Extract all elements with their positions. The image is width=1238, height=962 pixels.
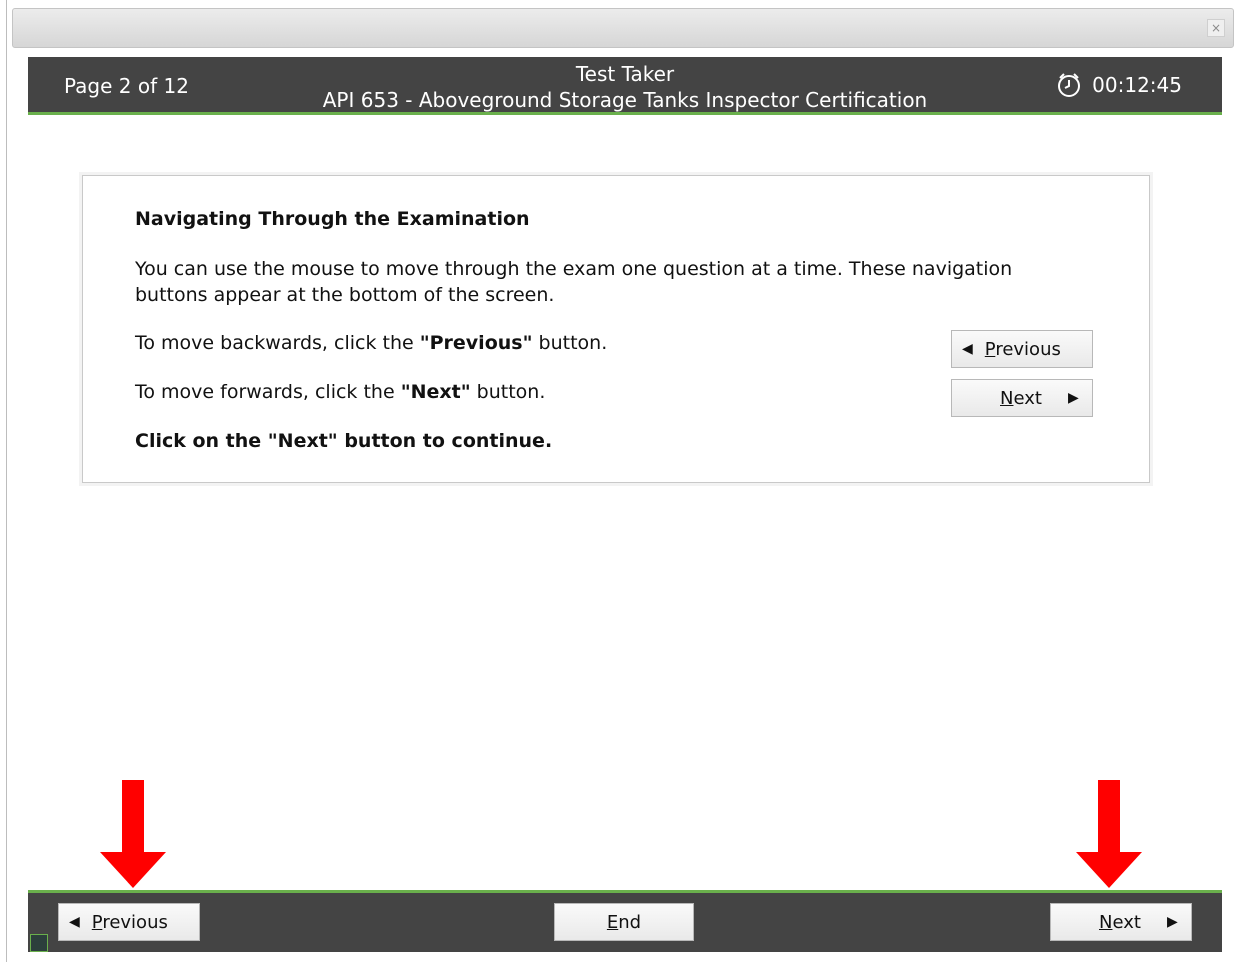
demo-previous-label: Previous [984,338,1061,360]
continue-instruction: Click on the "Next" button to continue. [135,430,553,452]
instruction-next-bold: "Next" [400,381,471,403]
red-down-arrow-icon [1076,780,1142,888]
red-down-arrow-icon [100,780,166,888]
resize-grip[interactable] [30,934,48,952]
demo-previous-button: ◀ Previous [951,330,1093,368]
instruction-next-line: To move forwards, click the "Next" butto… [135,381,545,403]
left-triangle-icon: ◀ [69,914,80,930]
instruction-previous-line: To move backwards, click the "Previous" … [135,332,607,354]
instructions-paragraph: You can use the mouse to move through th… [135,258,1013,306]
exam-window: × Page 2 of 12 Test Taker API 653 - Abov… [0,0,1238,962]
timer: 00:12:45 [1056,72,1182,98]
header-center: Test Taker API 653 - Aboveground Storage… [28,61,1222,113]
instruction-previous-suffix: button. [532,332,608,354]
right-triangle-icon: ▶ [1067,390,1079,406]
candidate-name: Test Taker [575,62,675,86]
previous-button[interactable]: ◀ Previous [58,903,200,941]
next-button-label: Next [1099,911,1141,933]
demo-next-button: Next ▶ [951,379,1093,417]
end-button[interactable]: End [554,903,694,941]
previous-button-label: Previous [91,911,168,933]
right-triangle-icon: ▶ [1166,914,1178,930]
instruction-next-suffix: button. [470,381,546,403]
end-button-label: End [606,911,642,933]
window-left-border [6,0,7,962]
left-triangle-icon: ◀ [962,341,973,357]
navigation-footer: ◀ Previous End Next ▶ [28,890,1222,952]
instructions-panel: Navigating Through the Examination You c… [82,175,1150,483]
timer-value: 00:12:45 [1092,73,1182,97]
next-button[interactable]: Next ▶ [1050,903,1192,941]
demo-next-label: Next [1000,387,1042,409]
close-icon[interactable]: × [1207,19,1225,37]
instruction-previous-bold: "Previous" [419,332,533,354]
alarm-clock-icon [1056,72,1082,98]
instructions-heading: Navigating Through the Examination [135,208,530,230]
instruction-next-prefix: To move forwards, click the [135,381,401,403]
exam-header: Page 2 of 12 Test Taker API 653 - Aboveg… [28,57,1222,115]
window-titlebar: × [12,8,1234,48]
exam-title: API 653 - Aboveground Storage Tanks Insp… [322,88,928,112]
instruction-previous-prefix: To move backwards, click the [135,332,420,354]
